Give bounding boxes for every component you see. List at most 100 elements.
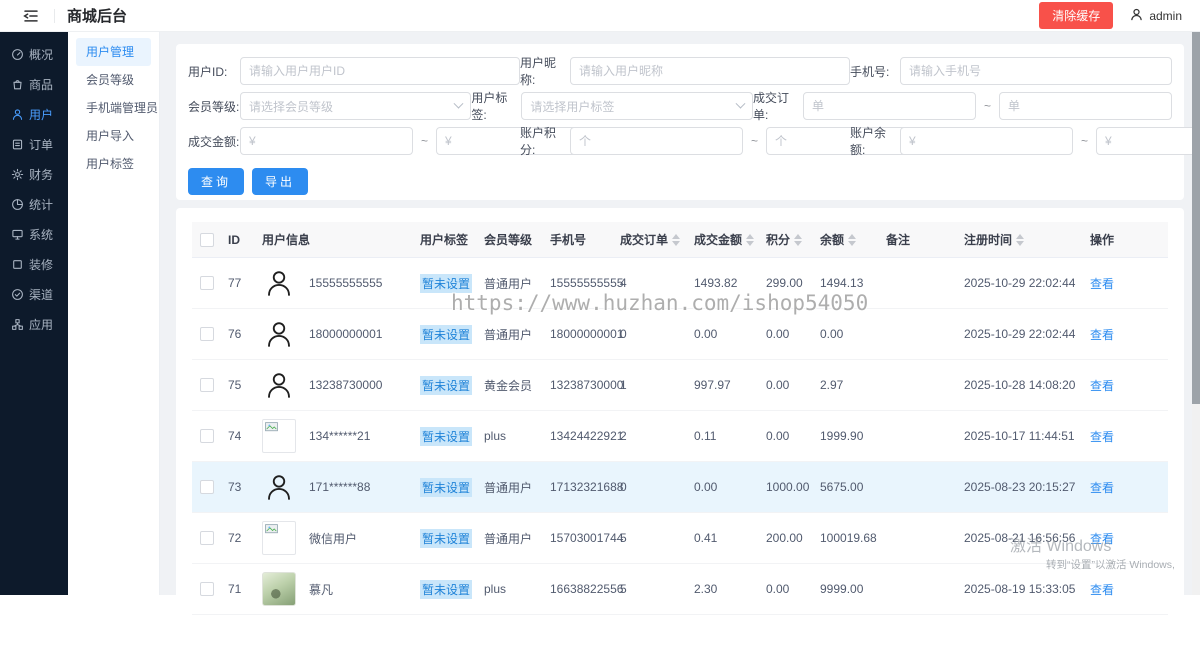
cell-user-info: 18000000001 [262,317,420,351]
sidebar-item-apps[interactable]: 应用 [0,309,68,339]
view-link[interactable]: 查看 [1090,428,1114,445]
cell-user-tag: 暂未设置 [420,324,484,344]
filter-card: 用户ID:用户昵称:手机号:会员等级:请选择会员等级用户标签:请选择用户标签成交… [176,44,1200,200]
select-all-checkbox[interactable] [200,232,214,247]
user-nickname: 13238730000 [309,378,383,392]
phone-input[interactable] [900,57,1172,85]
cell-id: 76 [228,327,242,341]
cell-deal-amount: 0.41 [694,531,718,545]
caret-down-icon [848,240,857,246]
user-avatar-icon [262,470,296,504]
cell-balance: 1999.90 [820,429,864,443]
order-count-min-input[interactable] [802,92,976,120]
account-balance-min-input[interactable] [900,127,1073,155]
row-checkbox[interactable] [200,327,214,341]
user-nickname: 134******21 [309,429,371,443]
filter-field-order-count: ~ [802,92,1172,120]
sidebar-item-users[interactable]: 用户 [0,99,68,129]
sidebar-item-orders[interactable]: 订单 [0,129,68,159]
search-button[interactable]: 查询 [188,168,245,195]
cell-balance: 2.97 [820,378,844,392]
user-tag-link[interactable]: 暂未设置 [420,375,473,395]
column-header-orders[interactable]: 成交订单 [620,231,694,248]
column-header-points[interactable]: 积分 [766,231,820,248]
sidebar-item-goods[interactable]: 商品 [0,69,68,99]
account-balance-max-input[interactable] [1096,127,1200,155]
sidebar-item-label: 统计 [29,197,54,212]
nickname-input[interactable] [570,57,850,85]
row-checkbox[interactable] [200,276,214,290]
clear-cache-button[interactable]: 清除缓存 [1039,2,1114,29]
row-checkbox[interactable] [200,429,214,443]
filter-label-account-points: 账户积分: [520,126,557,157]
sidebar-item-overview[interactable]: 概况 [0,39,68,69]
view-link[interactable]: 查看 [1090,275,1114,292]
user-id-input[interactable] [240,57,520,85]
table-row: 73 171******88 暂未设置 普通用户 17132321688 0 0.00 100… [192,462,1168,513]
filter-field-user-tag: 请选择用户标签 [521,92,753,120]
filter-group-deal-amount: 成交金额: ~ [188,127,610,155]
user-menu[interactable]: admin [1129,7,1182,25]
cell-user-tag: 暂未设置 [420,375,484,395]
user-tag-link[interactable]: 暂未设置 [420,324,473,344]
member-level-select[interactable]: 请选择会员等级 [240,92,472,120]
column-label: ID [228,232,240,247]
cell-points: 1000.00 [766,480,810,494]
view-link[interactable]: 查看 [1090,479,1114,496]
sidebar-item-finance[interactable]: 财务 [0,159,68,189]
sidebar-item-label: 渠道 [29,287,54,302]
row-checkbox[interactable] [200,531,214,545]
cell-phone: 18000000001 [550,327,624,341]
cell-register-time: 2025-10-28 14:08:20 [964,378,1076,392]
header-checkbox-cell [192,232,228,247]
column-header-tag: 用户标签 [420,231,484,248]
submenu-item-user-tags[interactable]: 用户标签 [76,150,151,178]
column-header-phone: 手机号 [550,231,620,248]
username-label: admin [1149,8,1182,23]
view-link[interactable]: 查看 [1090,377,1114,394]
user-tag-link[interactable]: 暂未设置 [420,528,473,548]
row-checkbox[interactable] [200,582,214,596]
submenu-item-user-management[interactable]: 用户管理 [76,38,151,66]
collapse-menu-icon[interactable] [22,7,40,25]
order-count-max-input[interactable] [999,92,1172,120]
caret-up-icon [794,233,803,239]
user-tag-link[interactable]: 暂未设置 [420,426,473,446]
filter-group-member-level: 会员等级: 请选择会员等级 [188,92,472,120]
person-icon [11,108,24,121]
topbar-right: 清除缓存 admin [1039,2,1200,29]
user-tag-select[interactable]: 请选择用户标签 [521,92,753,120]
cell-user-tag: 暂未设置 [420,426,484,446]
chevron-down-icon [735,98,746,109]
column-header-balance[interactable]: 余额 [820,231,886,248]
sort-icon [672,233,681,246]
view-link[interactable]: 查看 [1090,326,1114,343]
deal-amount-min-input[interactable] [240,127,413,155]
sort-icon [746,233,755,246]
row-checkbox-cell [192,582,228,596]
column-label: 余额 [820,233,845,247]
account-points-min-input[interactable] [570,127,743,155]
user-tag-link[interactable]: 暂未设置 [420,273,473,293]
column-label: 手机号 [550,233,587,247]
submenu-item-mobile-admin[interactable]: 手机端管理员 [76,94,158,122]
sidebar-item-channel[interactable]: 渠道 [0,279,68,309]
row-checkbox-cell [192,327,228,341]
column-header-amount[interactable]: 成交金额 [694,231,766,248]
user-tag-link[interactable]: 暂未设置 [420,579,473,599]
user-tag-link[interactable]: 暂未设置 [420,477,473,497]
row-checkbox[interactable] [200,378,214,392]
broken-image-avatar [262,419,296,453]
export-button[interactable]: 导出 [252,168,309,195]
row-checkbox[interactable] [200,480,214,494]
sidebar-item-stats[interactable]: 统计 [0,189,68,219]
scrollbar-thumb[interactable] [1192,32,1200,404]
submenu-item-user-import[interactable]: 用户导入 [76,122,151,150]
cell-order-count: 5 [620,531,627,545]
submenu-item-member-level[interactable]: 会员等级 [76,66,151,94]
filter-field-user-id [240,57,520,85]
column-header-time[interactable]: 注册时间 [964,231,1090,248]
sidebar-item-system[interactable]: 系统 [0,219,68,249]
caret-up-icon [848,233,857,239]
sidebar-item-decorate[interactable]: 装修 [0,249,68,279]
